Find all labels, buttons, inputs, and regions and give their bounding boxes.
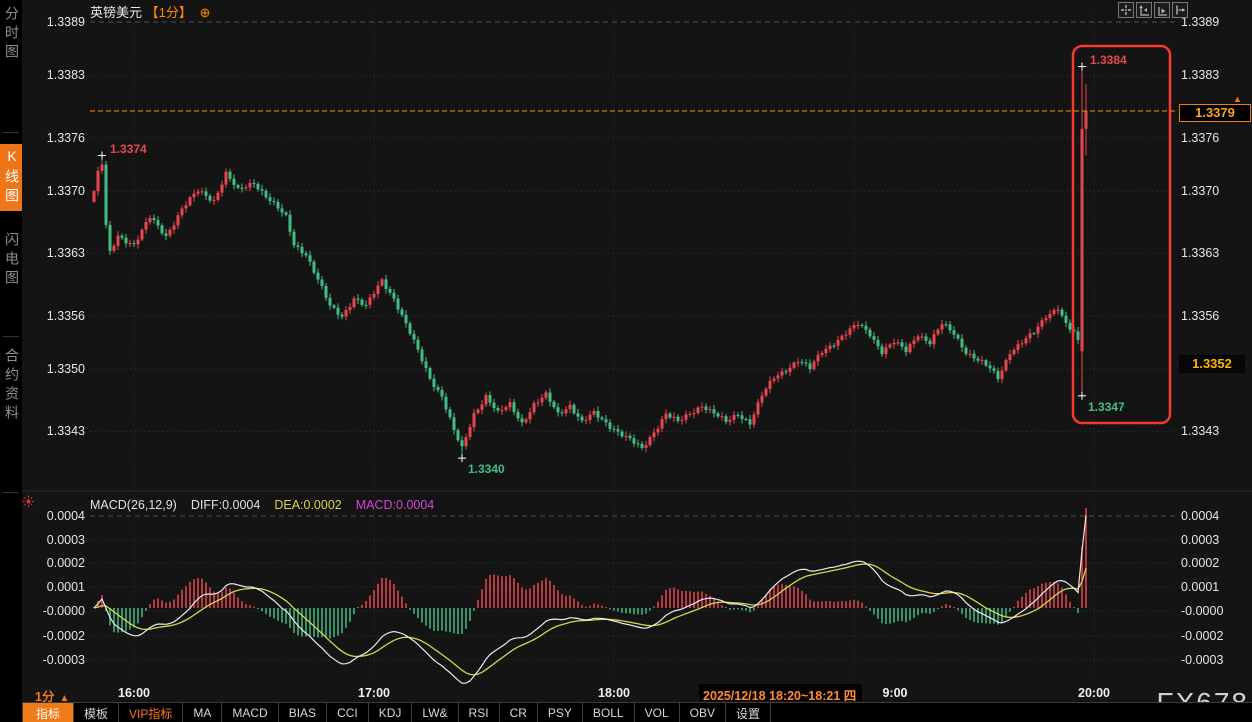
indicator-settings-icon[interactable] [22, 495, 35, 513]
tab-ma[interactable]: MA [183, 703, 222, 722]
diff-line [94, 516, 1086, 684]
extreme-marker [1078, 63, 1086, 71]
trading-app: { "window": { "title_symbol": "英镑美元", "t… [0, 0, 1252, 722]
sidebar-item-kline[interactable]: K线图 [0, 144, 22, 211]
indicator-tab-bar: 指标模板VIP指标MAMACDBIASCCIKDJLW&RSICRPSYBOLL… [22, 702, 1252, 722]
tab-rsi[interactable]: RSI [459, 703, 500, 722]
auto-scale-icon[interactable] [1136, 2, 1152, 18]
time-tick-label: 17:00 [352, 686, 396, 700]
tab-psy[interactable]: PSY [538, 703, 583, 722]
time-tick-label: 18:00 [592, 686, 636, 700]
time-tick-label: 20:00 [1072, 686, 1116, 700]
extreme-marker [458, 454, 466, 462]
tab-boll[interactable]: BOLL [583, 703, 635, 722]
tab-cr[interactable]: CR [500, 703, 538, 722]
macd-tick-label: 0.0004 [1181, 509, 1219, 523]
sidebar: 分时图 K线图闪电图合约资料 [0, 0, 22, 722]
chart-title: 英镑美元 【1分】 ⊕ [90, 2, 210, 21]
extreme-marker [1078, 392, 1086, 400]
sidebar-divider [3, 492, 19, 493]
tab-kdj[interactable]: KDJ [369, 703, 413, 722]
extreme-price-label: 1.3384 [1090, 53, 1127, 67]
macd-tick-label: -0.0002 [1181, 629, 1223, 643]
macd-header: MACD(26,12,9) DIFF:0.0004 DEA:0.0002 MAC… [90, 498, 434, 512]
symbol-name: 英镑美元 [90, 5, 142, 20]
time-tick-label: 16:00 [112, 686, 156, 700]
highlight-box [1073, 46, 1170, 423]
macd-dea-value: DEA:0.0002 [274, 498, 341, 512]
sidebar-item-lightning[interactable]: 闪电图 [0, 232, 22, 289]
price-tick-label: 1.3376 [1181, 131, 1219, 145]
extreme-price-label: 1.3374 [110, 142, 147, 156]
tab-settings[interactable]: 设置 [726, 703, 771, 722]
macd-params-label: MACD(26,12,9) [90, 498, 177, 512]
chart-canvas[interactable] [0, 0, 1252, 722]
time-range-tooltip: 2025/12/18 18:20~18:21 四 [699, 684, 862, 701]
sidebar-divider [3, 336, 19, 337]
tab-obv[interactable]: OBV [680, 703, 726, 722]
interval-tag: 【1分】 [146, 5, 192, 20]
time-tick-label: 9:00 [873, 686, 917, 700]
tab-vol[interactable]: VOL [635, 703, 680, 722]
secondary-price-badge: 1.3352 [1179, 355, 1245, 373]
playback-icon[interactable] [1154, 2, 1170, 18]
macd-tick-label: -0.0000 [1181, 604, 1223, 618]
macd-tick-label: 0.0001 [1181, 580, 1219, 594]
pan-right-icon[interactable] [1172, 2, 1188, 18]
macd-tick-label: 0.0003 [1181, 533, 1219, 547]
sidebar-item-contract[interactable]: 合约资料 [0, 348, 22, 424]
candlestick-series [93, 67, 1088, 459]
tab-indicator[interactable]: 指标 [22, 703, 74, 722]
price-tick-label: 1.3356 [1181, 309, 1219, 323]
price-tick-label: 1.3363 [1181, 246, 1219, 260]
sidebar-item-timeshare[interactable]: 分时图 [0, 6, 22, 63]
price-up-arrow-icon: ▲ [1233, 94, 1242, 104]
macd-value: MACD:0.0004 [356, 498, 435, 512]
extreme-price-label: 1.3347 [1088, 400, 1125, 414]
current-price-badge: 1.3379 [1179, 104, 1251, 122]
price-tick-label: 1.3343 [1181, 424, 1219, 438]
crosshair-icon[interactable] [1118, 2, 1134, 18]
price-tick-label: 1.3370 [1181, 184, 1219, 198]
add-compare-icon[interactable]: ⊕ [200, 5, 211, 20]
tab-macd[interactable]: MACD [222, 703, 278, 722]
macd-tick-label: -0.0003 [1181, 653, 1223, 667]
price-tick-label: 1.3383 [1181, 68, 1219, 82]
tab-cci[interactable]: CCI [327, 703, 369, 722]
extreme-marker [98, 152, 106, 160]
macd-diff-value: DIFF:0.0004 [191, 498, 260, 512]
extreme-price-label: 1.3340 [468, 462, 505, 476]
tab-template[interactable]: 模板 [74, 703, 119, 722]
tab-lw[interactable]: LW& [412, 703, 458, 722]
macd-tick-label: 0.0002 [1181, 556, 1219, 570]
sidebar-divider [3, 132, 19, 133]
tab-vip-indicator[interactable]: VIP指标 [119, 703, 183, 722]
chart-toolbar [1118, 2, 1188, 18]
tab-bias[interactable]: BIAS [279, 703, 327, 722]
